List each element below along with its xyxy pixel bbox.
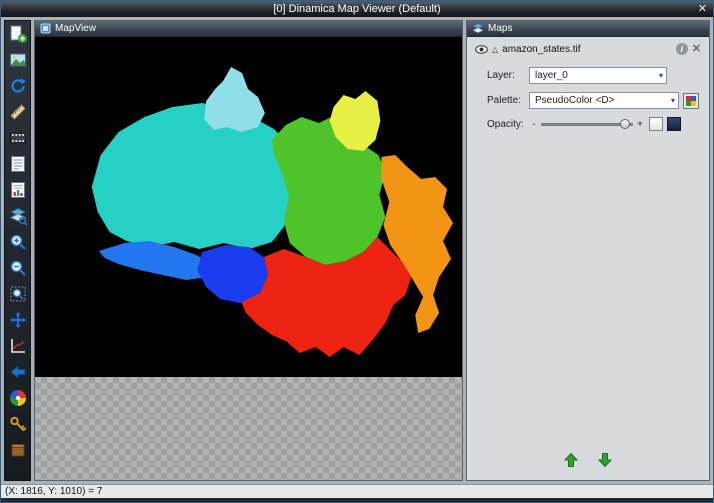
window-title: [0] Dinamica Map Viewer (Default) (1, 1, 713, 17)
background-color-button[interactable] (667, 117, 681, 131)
table-icon (8, 154, 28, 174)
zoom-box-icon (8, 284, 28, 304)
chevron-down-icon: ▾ (667, 96, 675, 105)
expander-icon[interactable]: △ (492, 45, 498, 54)
report-button[interactable] (7, 179, 29, 201)
map-canvas[interactable] (35, 37, 462, 377)
window-close-icon[interactable]: ✕ (698, 1, 707, 17)
status-bar: (X: 1816, Y: 1010) = 7 (1, 484, 713, 498)
window-bottom-edge (1, 498, 713, 502)
opacity-label: Opacity: (487, 119, 529, 130)
color-wheel-icon (8, 388, 28, 408)
palette-editor-button[interactable] (683, 93, 699, 109)
palette-select[interactable]: PseudoColor <D> ▾ (529, 92, 679, 109)
region-rondonia (197, 245, 268, 303)
layer-select[interactable]: layer_0 ▾ (529, 67, 667, 84)
zoom-in-button[interactable] (7, 231, 29, 253)
film-strip-button[interactable] (7, 127, 29, 149)
zoom-box-button[interactable] (7, 283, 29, 305)
back-button[interactable] (7, 361, 29, 383)
window-content: MapView (1, 17, 713, 484)
amazon-states-map (35, 37, 462, 377)
report-icon (8, 180, 28, 200)
color-grid-icon (686, 96, 696, 106)
layer-label: Layer: (487, 70, 529, 81)
refresh-button[interactable] (7, 75, 29, 97)
left-toolbar (4, 20, 31, 481)
opacity-field-row: Opacity: - + (487, 117, 701, 131)
layer-field-row: Layer: layer_0 ▾ (487, 67, 701, 84)
key-button[interactable] (7, 413, 29, 435)
opacity-slider[interactable] (541, 117, 633, 131)
info-icon[interactable]: i (676, 43, 688, 55)
layers-inspect-icon (8, 206, 28, 226)
window-titlebar[interactable]: [0] Dinamica Map Viewer (Default) ✕ (1, 1, 713, 17)
maps-content: △ amazon_states.tif i ✕ Layer: layer_0 ▾… (467, 37, 709, 480)
move-layer-up-button[interactable] (560, 450, 582, 470)
color-wheel-button[interactable] (7, 387, 29, 409)
new-map-icon (8, 24, 28, 44)
maps-empty-space (475, 135, 701, 450)
zoom-out-icon (8, 258, 28, 278)
arrow-down-icon (597, 452, 613, 468)
chevron-down-icon: ▾ (655, 71, 663, 80)
export-image-button[interactable] (7, 49, 29, 71)
visibility-eye-icon[interactable] (475, 45, 488, 54)
remove-layer-icon[interactable]: ✕ (692, 43, 701, 55)
pan-button[interactable] (7, 309, 29, 331)
mapview-icon (40, 23, 51, 34)
opacity-plus-button[interactable]: + (635, 119, 645, 130)
move-layer-down-button[interactable] (594, 450, 616, 470)
zoom-out-button[interactable] (7, 257, 29, 279)
coordinate-readout: (X: 1816, Y: 1010) = 7 (5, 486, 102, 497)
maps-panel: Maps △ amazon_states.tif i ✕ Layer: laye… (466, 20, 710, 481)
mapview-titlebar[interactable]: MapView (35, 21, 462, 37)
table-button[interactable] (7, 153, 29, 175)
plot-axes-button[interactable] (7, 335, 29, 357)
pan-icon (8, 310, 28, 330)
measure-button[interactable] (7, 101, 29, 123)
mapview-panel: MapView (34, 20, 463, 481)
palette-select-value: PseudoColor <D> (535, 95, 615, 106)
layer-item-name[interactable]: amazon_states.tif (502, 44, 580, 55)
film-strip-icon (8, 128, 28, 148)
back-icon (8, 362, 28, 382)
opacity-minus-button[interactable]: - (529, 119, 539, 130)
maps-titlebar[interactable]: Maps (467, 21, 709, 37)
layer-order-controls (475, 450, 701, 474)
zoom-in-icon (8, 232, 28, 252)
measure-icon (8, 102, 28, 122)
transparency-toggle-button[interactable] (649, 117, 663, 131)
region-amazonas (92, 103, 292, 249)
layers-inspect-button[interactable] (7, 205, 29, 227)
paint-bucket-icon (8, 440, 28, 460)
maps-title: Maps (488, 23, 512, 34)
arrow-up-icon (563, 452, 579, 468)
palette-label: Palette: (487, 95, 529, 106)
maps-layers-icon (472, 23, 484, 34)
key-icon (8, 414, 28, 434)
opacity-slider-handle[interactable] (620, 119, 630, 129)
mapview-body (35, 37, 462, 480)
mapview-title: MapView (55, 23, 96, 34)
layer-select-value: layer_0 (535, 70, 568, 81)
new-map-button[interactable] (7, 23, 29, 45)
export-image-icon (8, 50, 28, 70)
refresh-icon (8, 76, 28, 96)
layer-item-row: △ amazon_states.tif i ✕ (475, 43, 701, 55)
transparent-background-area (35, 377, 462, 480)
palette-field-row: Palette: PseudoColor <D> ▾ (487, 92, 701, 109)
paint-bucket-button[interactable] (7, 439, 29, 461)
region-roraima (204, 67, 265, 132)
plot-axes-icon (8, 336, 28, 356)
map-viewer-window: [0] Dinamica Map Viewer (Default) ✕ (0, 0, 714, 503)
